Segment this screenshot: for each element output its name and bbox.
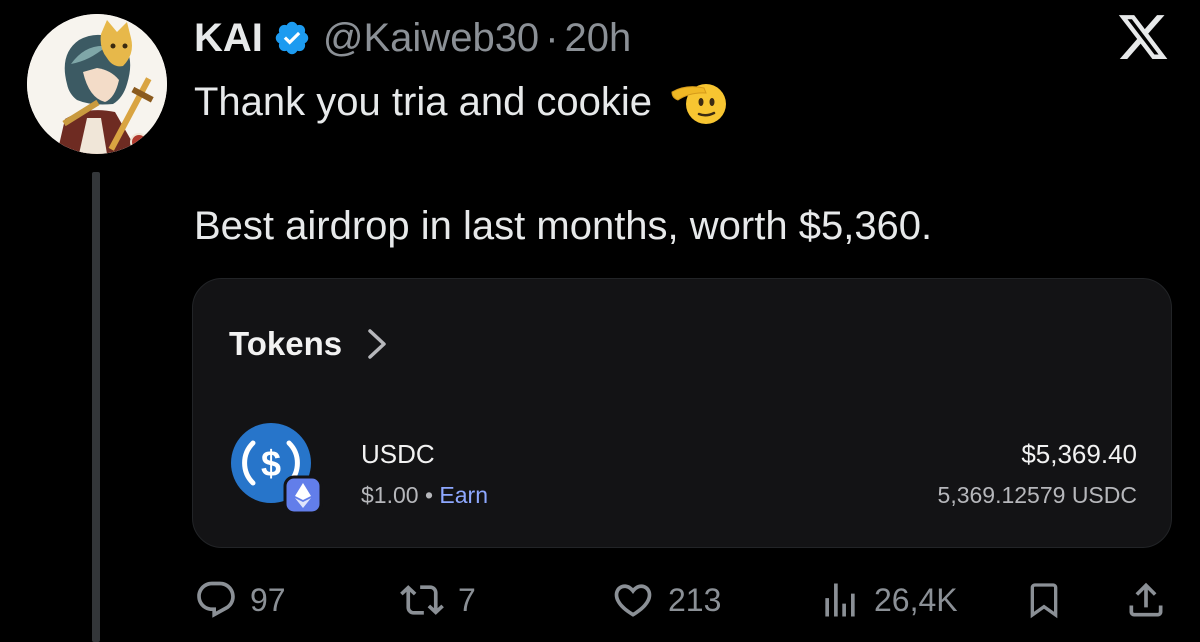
token-price: $1.00 [361,482,419,508]
usdc-token-icon: $ [229,421,325,517]
repost-icon [400,585,444,615]
tweet-text-line1: Thank you tria and cookie [194,80,653,124]
svg-text:$: $ [261,443,281,484]
reply-icon [197,581,235,618]
chevron-right-icon [368,329,386,359]
tweet: KAI @Kaiweb30 · 20h Thank you tria and c… [0,0,1200,642]
token-price-row: $1.00 • Earn [361,482,488,509]
reply-count: 97 [250,581,286,618]
views-button[interactable]: 26,4K [818,575,958,625]
tokens-header[interactable]: Tokens [229,325,390,363]
analytics-icon [825,583,855,617]
avatar-illustration [27,14,167,154]
thread-line [92,172,100,642]
bookmark-icon [1030,583,1058,619]
repost-button[interactable]: 7 [398,575,476,625]
share-icon [1129,582,1163,617]
tweet-text: Thank you tria and cookie [194,76,728,128]
views-count: 26,4K [874,581,958,618]
heart-icon [614,584,652,617]
timestamp[interactable]: 20h [565,16,632,61]
token-value: $5,369.40 [1021,439,1137,469]
saluting-face-emoji [668,76,728,128]
handle[interactable]: @Kaiweb30 [323,16,539,61]
avatar[interactable] [27,14,167,154]
separator-dot: • [424,482,434,508]
repost-count: 7 [458,581,476,618]
bookmark-button[interactable] [1024,575,1064,625]
token-amount: 5,369.12579 USDC [937,482,1137,508]
tokens-card[interactable]: Tokens $ USDC $1.00 • Earn $5,369.40 5,3… [192,278,1172,548]
tokens-title: Tokens [229,325,343,362]
like-count: 213 [668,581,722,618]
like-button[interactable]: 213 [610,575,721,625]
token-name: USDC [361,439,435,469]
reply-button[interactable]: 97 [194,575,286,625]
verified-badge-icon [273,19,311,57]
x-logo-icon [1116,10,1170,64]
earn-link[interactable]: Earn [439,482,488,508]
display-name[interactable]: KAI [194,16,263,61]
tweet-text-line2: Best airdrop in last months, worth $5,36… [194,204,933,248]
share-button[interactable] [1124,575,1168,625]
separator-dot: · [545,15,559,60]
action-bar: 97 7 213 26,4K [0,575,1200,625]
tweet-header: KAI @Kaiweb30 · 20h [194,12,631,64]
